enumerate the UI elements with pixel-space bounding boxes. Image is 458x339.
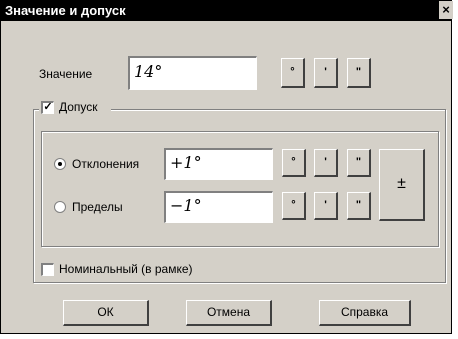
- deviation-second-button[interactable]: ": [347, 149, 371, 177]
- limits-minute-button[interactable]: ': [314, 192, 338, 220]
- value-degree-button[interactable]: °: [281, 58, 305, 88]
- value-tolerance-dialog: Значение и допуск × Значение 14° ° ' " ✓…: [0, 0, 453, 334]
- cancel-button[interactable]: Отмена: [186, 300, 272, 326]
- limits-radio[interactable]: [54, 201, 66, 213]
- value-second-button[interactable]: ": [347, 58, 371, 88]
- limits-label: Пределы: [72, 200, 123, 214]
- value-field[interactable]: 14°: [128, 56, 257, 90]
- deviation-minute-button[interactable]: ': [314, 149, 338, 177]
- nominal-label: Номинальный (в рамке): [59, 262, 193, 276]
- deviation-degree-button[interactable]: °: [282, 149, 306, 177]
- ok-button[interactable]: ОК: [63, 300, 149, 326]
- nominal-checkbox[interactable]: [41, 263, 54, 276]
- window-title: Значение и допуск: [5, 3, 126, 18]
- limits-second-button[interactable]: ": [347, 192, 371, 220]
- title-bar: Значение и допуск ×: [1, 1, 453, 21]
- tolerance-label: Допуск: [59, 100, 98, 114]
- value-minute-button[interactable]: ': [314, 58, 338, 88]
- limits-degree-button[interactable]: °: [282, 192, 306, 220]
- radio-selected-dot: [58, 162, 62, 166]
- tolerance-checkbox[interactable]: ✓: [41, 101, 54, 114]
- tolerance-group-header: ✓ Допуск: [39, 99, 111, 117]
- plus-minus-button[interactable]: ±: [379, 149, 425, 221]
- deviation-radio[interactable]: [54, 158, 66, 170]
- limits-field[interactable]: −1°: [164, 191, 273, 223]
- deviation-field[interactable]: +1°: [164, 148, 273, 180]
- value-label: Значение: [39, 67, 93, 81]
- help-button[interactable]: Справка: [319, 300, 411, 326]
- deviation-label: Отклонения: [72, 157, 140, 171]
- close-icon[interactable]: ×: [439, 1, 453, 19]
